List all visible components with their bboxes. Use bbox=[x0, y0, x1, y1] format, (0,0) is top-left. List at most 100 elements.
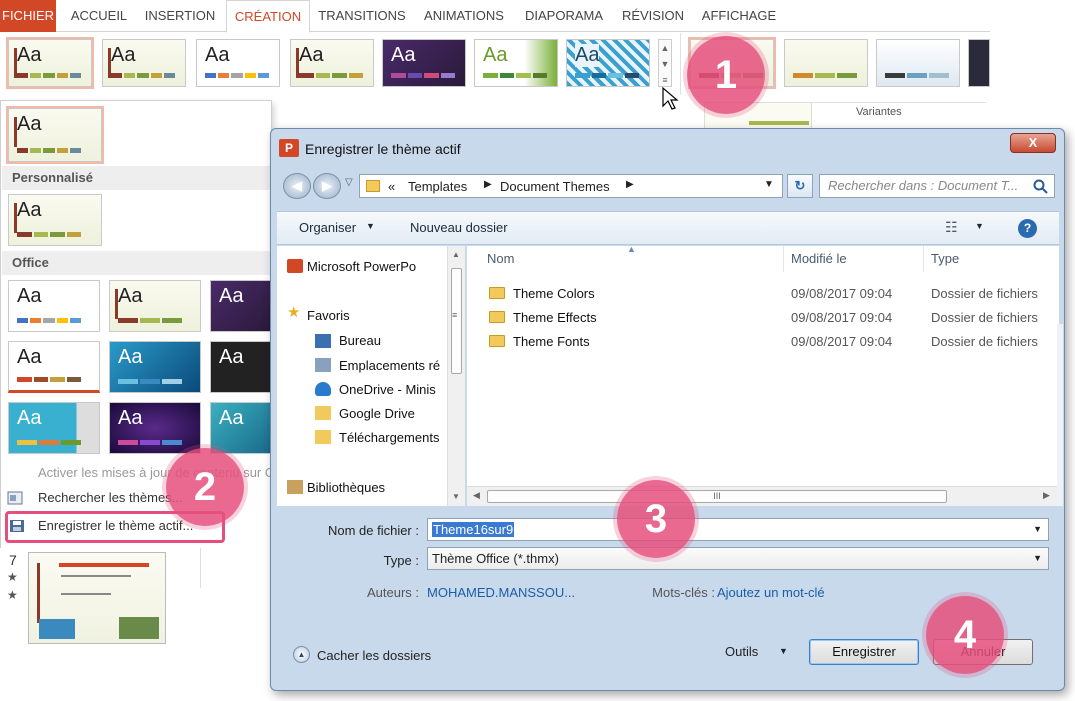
step-callout: 2 bbox=[166, 448, 244, 526]
theme-thumb-office[interactable]: Aa bbox=[8, 280, 100, 332]
tab-accueil[interactable]: ACCUEIL bbox=[60, 0, 138, 32]
theme-thumb[interactable]: Aa bbox=[6, 37, 94, 89]
theme-thumb-office[interactable]: Aa bbox=[109, 280, 201, 332]
type-select[interactable]: Thème Office (*.thmx) ▼ bbox=[427, 547, 1049, 570]
folder-icon bbox=[489, 287, 505, 299]
theme-thumb-custom[interactable]: Aa bbox=[8, 194, 102, 246]
new-folder-button[interactable]: Nouveau dossier bbox=[410, 220, 508, 235]
tab-insertion[interactable]: INSERTION bbox=[140, 0, 220, 32]
file-name: Theme Fonts bbox=[513, 334, 590, 349]
chevron-down-icon[interactable]: ▼ bbox=[764, 179, 774, 190]
nav-emplacements[interactable]: Emplacements ré bbox=[339, 358, 440, 373]
theme-thumb[interactable]: Aa bbox=[196, 39, 280, 87]
breadcrumb-document-themes[interactable]: Document Themes bbox=[500, 179, 610, 194]
horizontal-scrollbar[interactable]: ◀ III ▶ bbox=[467, 486, 1059, 506]
column-header-modified[interactable]: Modifié le bbox=[791, 246, 847, 272]
chevron-right-icon: ▶ bbox=[484, 179, 492, 190]
nav-onedrive[interactable]: OneDrive - Minis bbox=[339, 382, 436, 397]
theme-thumb[interactable]: Aa bbox=[102, 39, 186, 87]
file-row[interactable]: Theme Colors 09/08/2017 09:04 Dossier de… bbox=[467, 282, 1059, 306]
nav-microsoft-powerpoint[interactable]: Microsoft PowerPo bbox=[307, 259, 416, 274]
nav-favoris[interactable]: Favoris bbox=[307, 308, 350, 323]
section-personnalise: Personnalisé bbox=[2, 166, 272, 190]
collapse-arrow-icon[interactable]: ▲ bbox=[293, 646, 310, 663]
hide-folders-button[interactable]: Cacher les dossiers bbox=[317, 648, 431, 663]
nav-bureau[interactable]: Bureau bbox=[339, 333, 381, 348]
slide-number: 7 bbox=[9, 552, 17, 568]
slide-thumbnail[interactable] bbox=[28, 552, 166, 644]
downloads-folder-icon bbox=[315, 430, 331, 444]
breadcrumb-templates[interactable]: Templates bbox=[408, 179, 467, 194]
forward-arrow-icon[interactable]: ▶ bbox=[313, 173, 341, 199]
tab-animations[interactable]: ANIMATIONS bbox=[416, 0, 512, 32]
file-type: Dossier de fichiers bbox=[931, 334, 1038, 349]
filename-input[interactable]: Theme16sur9 ▼ bbox=[427, 518, 1049, 541]
file-row[interactable]: Theme Effects 09/08/2017 09:04 Dossier d… bbox=[467, 306, 1059, 330]
keywords-input[interactable]: Ajoutez un mot-clé bbox=[717, 585, 825, 600]
theme-thumb-office[interactable]: Aa bbox=[109, 402, 201, 454]
theme-thumb-office[interactable]: Aa bbox=[109, 341, 201, 393]
authors-value[interactable]: MOHAMED.MANSSOU... bbox=[427, 585, 575, 600]
tab-affichage[interactable]: AFFICHAGE bbox=[696, 0, 782, 32]
address-bar[interactable]: « Templates ▶ Document Themes ▶ ▼ bbox=[359, 174, 783, 198]
close-button[interactable]: X bbox=[1010, 133, 1056, 153]
tab-revision[interactable]: RÉVISION bbox=[614, 0, 692, 32]
theme-thumb[interactable]: Aa bbox=[566, 39, 650, 87]
column-header-type[interactable]: Type bbox=[931, 246, 959, 272]
scroll-right-icon[interactable]: ▶ bbox=[1043, 490, 1050, 501]
chevron-down-icon[interactable]: ▼ bbox=[779, 646, 788, 656]
gallery-scroll[interactable]: ▲ ▼ ≡ bbox=[658, 39, 672, 87]
scroll-left-icon[interactable]: ◀ bbox=[473, 490, 480, 501]
variant-thumb[interactable] bbox=[876, 39, 960, 87]
chevron-down-icon[interactable]: ▼ bbox=[1033, 519, 1042, 540]
organize-button[interactable]: Organiser bbox=[299, 220, 356, 235]
chevron-down-icon[interactable]: ▼ bbox=[975, 221, 984, 231]
theme-thumb[interactable]: Aa bbox=[474, 39, 558, 87]
nav-telechargements[interactable]: Téléchargements bbox=[339, 430, 439, 445]
folder-icon bbox=[489, 311, 505, 323]
search-icon[interactable] bbox=[1033, 179, 1049, 195]
folder-icon bbox=[315, 406, 331, 420]
nav-scrollbar[interactable]: ≡ ▲ ▼ bbox=[447, 246, 465, 506]
breadcrumb-overflow[interactable]: « bbox=[388, 179, 395, 194]
scroll-thumb[interactable]: III bbox=[487, 490, 947, 503]
theme-thumb[interactable]: Aa bbox=[290, 39, 374, 87]
refresh-icon[interactable]: ↻ bbox=[787, 174, 813, 198]
theme-thumb-office[interactable]: Aa bbox=[8, 341, 100, 393]
file-type: Dossier de fichiers bbox=[931, 286, 1038, 301]
theme-thumb-office[interactable]: Aa bbox=[8, 402, 100, 454]
tab-transitions[interactable]: TRANSITIONS bbox=[314, 0, 410, 32]
keywords-label: Mots-clés : bbox=[652, 585, 715, 600]
theme-thumb-office[interactable]: Aa bbox=[210, 280, 272, 332]
file-name: Theme Effects bbox=[513, 310, 597, 325]
vertical-scrollbar[interactable] bbox=[1057, 324, 1063, 506]
tab-creation[interactable]: CRÉATION bbox=[226, 0, 310, 33]
ribbon-tab-bar: FICHIER ACCUEIL INSERTION CRÉATION TRANS… bbox=[0, 0, 990, 33]
recent-dropdown-icon[interactable]: ▽ bbox=[345, 177, 353, 188]
tab-fichier[interactable]: FICHIER bbox=[0, 0, 56, 32]
theme-thumb-current[interactable]: Aa bbox=[6, 106, 104, 164]
section-office: Office bbox=[2, 251, 272, 275]
theme-thumb-office[interactable]: Aa bbox=[210, 341, 272, 393]
theme-thumb-office[interactable]: Aa bbox=[210, 402, 272, 454]
file-row[interactable]: Theme Fonts 09/08/2017 09:04 Dossier de … bbox=[467, 330, 1059, 354]
tab-diaporama[interactable]: DIAPORAMA bbox=[518, 0, 610, 32]
variant-thumb[interactable] bbox=[784, 39, 868, 87]
sort-ascending-icon: ▲ bbox=[627, 244, 636, 254]
file-modified: 09/08/2017 09:04 bbox=[791, 334, 893, 349]
tools-button[interactable]: Outils bbox=[725, 644, 758, 659]
help-icon[interactable]: ? bbox=[1018, 219, 1037, 238]
chevron-down-icon[interactable]: ▼ bbox=[1033, 548, 1042, 569]
variant-thumb[interactable] bbox=[968, 39, 990, 87]
search-input[interactable]: Rechercher dans : Document T... bbox=[819, 174, 1055, 198]
back-arrow-icon[interactable]: ◀ bbox=[283, 173, 311, 199]
column-header-name[interactable]: Nom bbox=[487, 246, 514, 272]
file-list: Nom ▲ Modifié le Type Theme Colors 09/08… bbox=[467, 244, 1059, 506]
save-button[interactable]: Enregistrer bbox=[809, 639, 919, 665]
onedrive-icon bbox=[315, 382, 331, 396]
nav-bibliotheques[interactable]: Bibliothèques bbox=[307, 480, 385, 495]
view-options-icon[interactable]: ☷ bbox=[945, 219, 958, 236]
menu-save-current-theme[interactable]: Enregistrer le thème actif... bbox=[2, 514, 272, 538]
nav-google-drive[interactable]: Google Drive bbox=[339, 406, 415, 421]
theme-thumb[interactable]: Aa bbox=[382, 39, 466, 87]
